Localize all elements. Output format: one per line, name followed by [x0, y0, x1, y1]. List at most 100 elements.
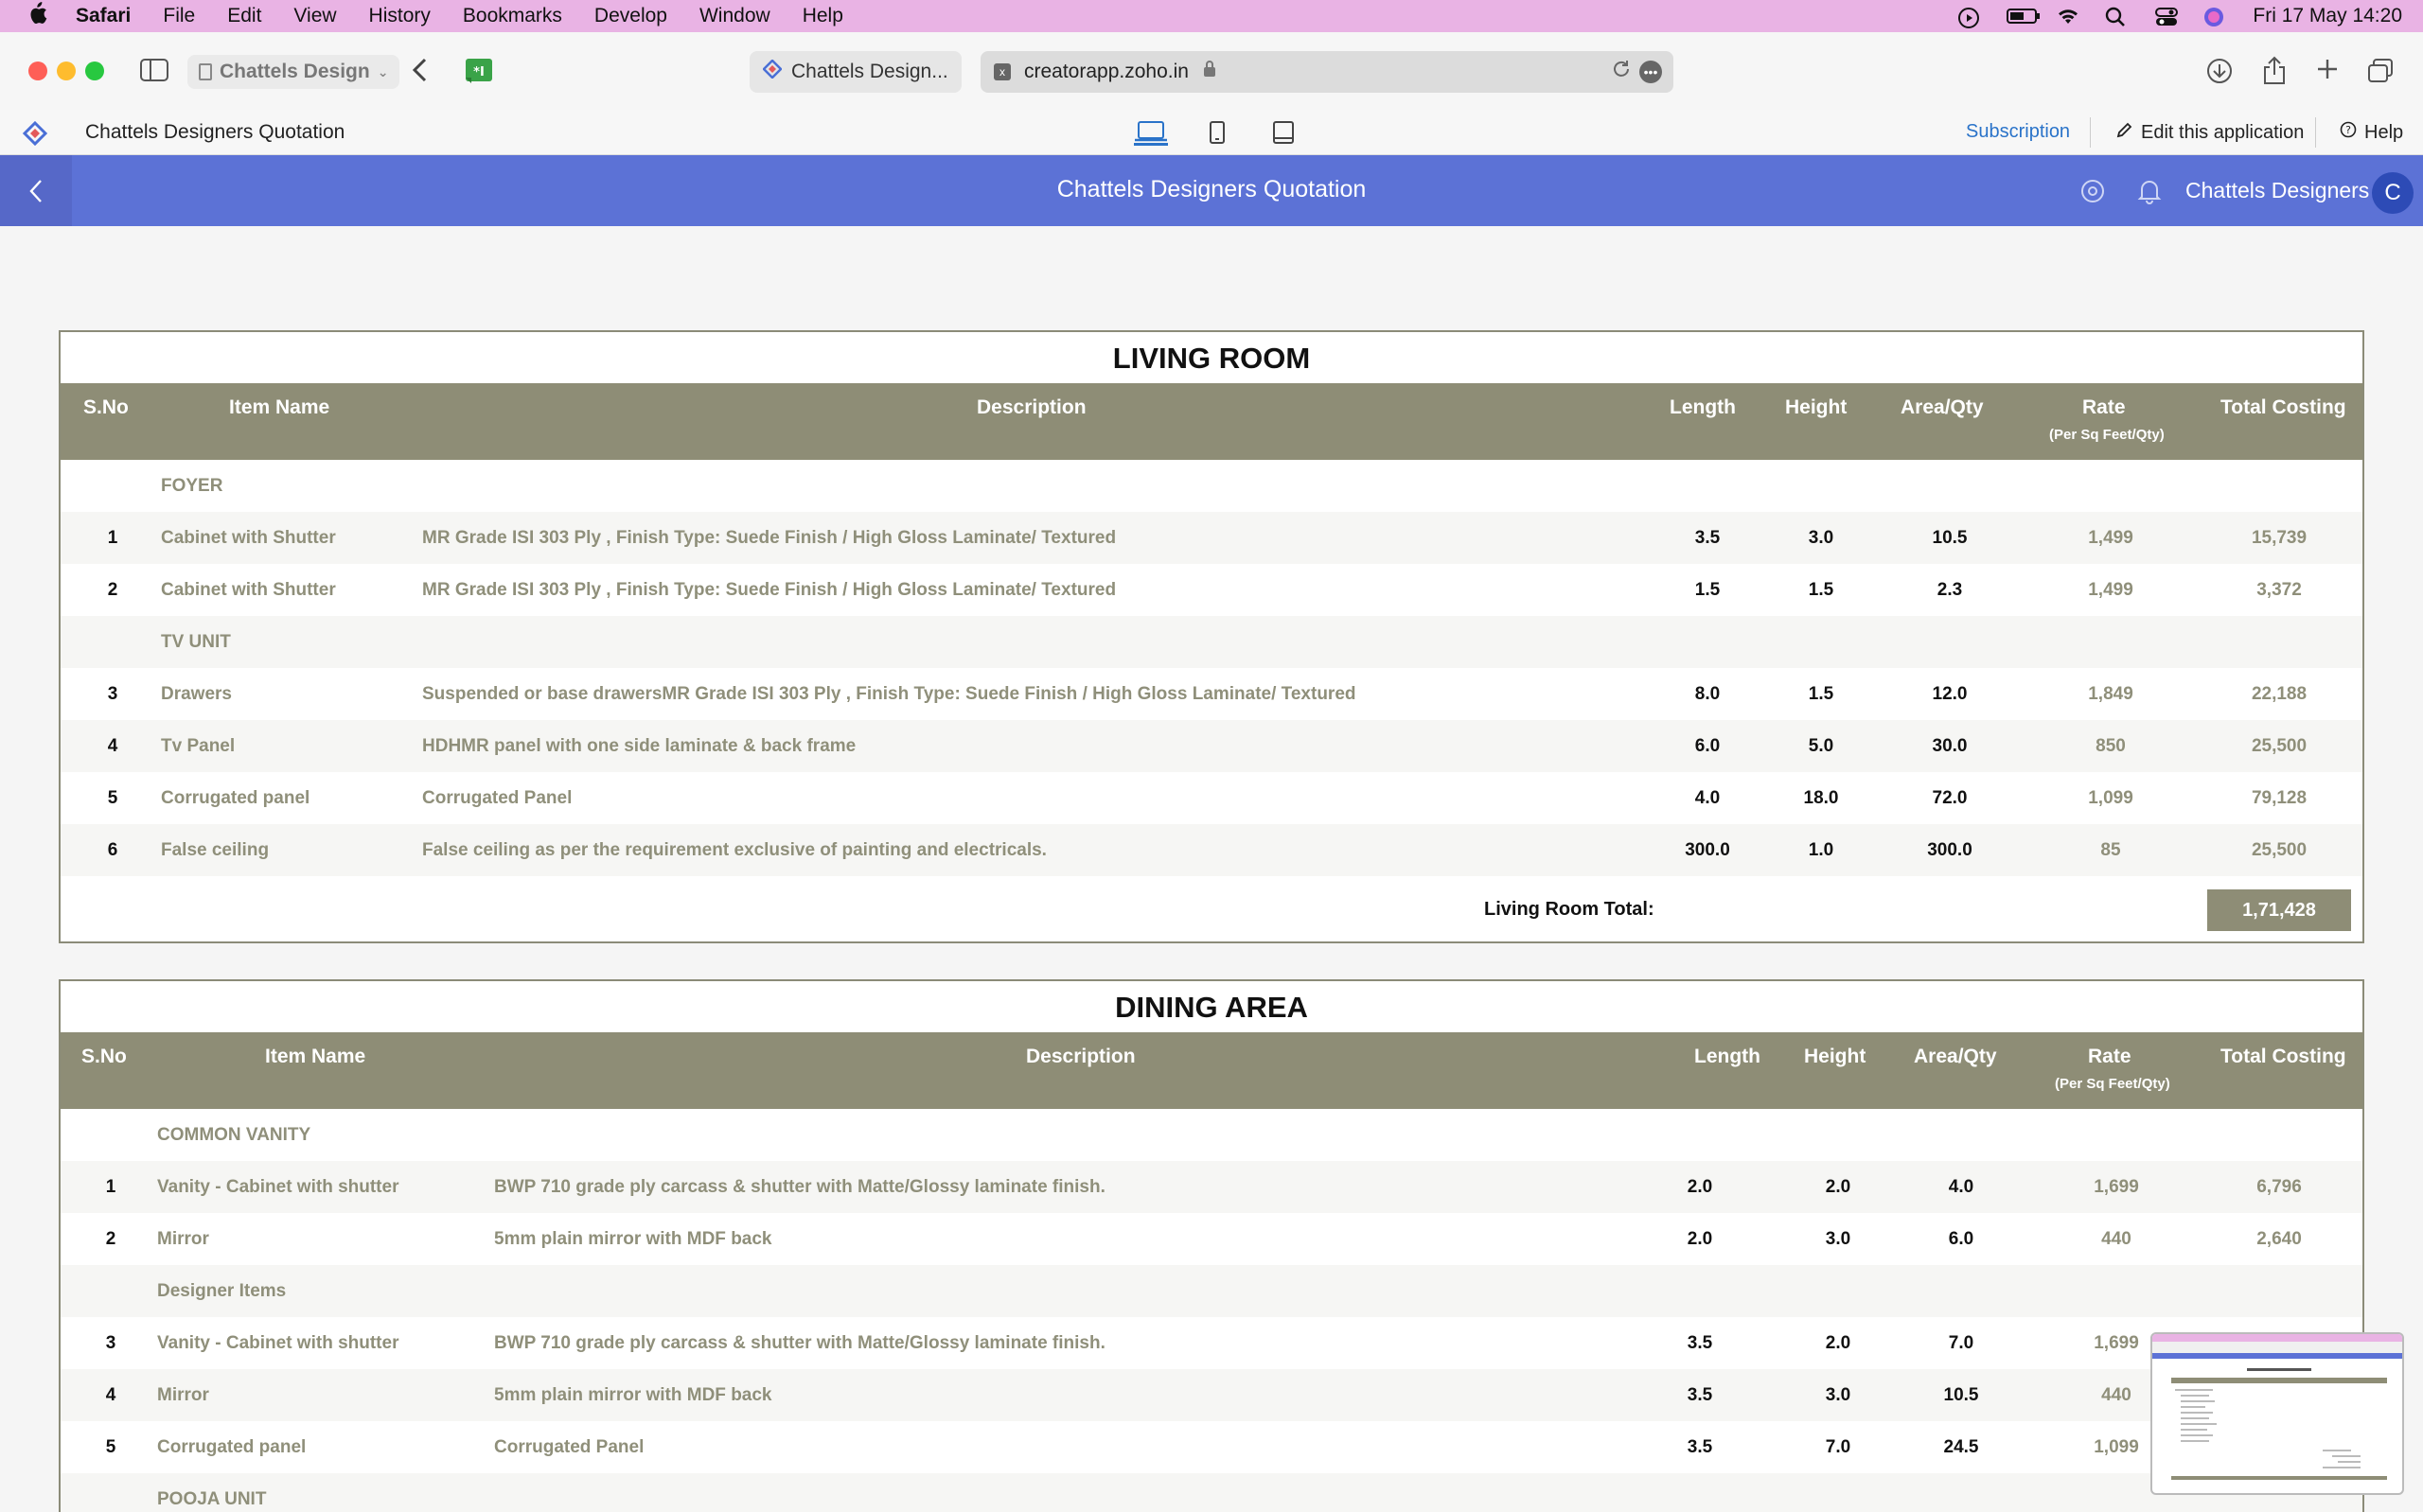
back-arrow-icon[interactable]	[411, 57, 430, 83]
downloads-icon[interactable]	[2205, 57, 2234, 85]
siri-icon[interactable]	[2203, 7, 2228, 26]
cell-item: Tv Panel	[161, 736, 236, 756]
table-row: 5 Corrugated panel Corrugated Panel 3.5 …	[61, 1421, 2362, 1473]
col-sno: S.No	[83, 396, 129, 418]
new-tab-icon[interactable]	[2315, 57, 2340, 81]
play-icon[interactable]	[1957, 7, 1982, 28]
total-value: 1,71,428	[2207, 889, 2351, 931]
support-icon[interactable]	[2079, 178, 2106, 209]
cell-height: 1.0	[1808, 840, 1834, 860]
menu-safari[interactable]: Safari	[76, 5, 131, 27]
close-window-button[interactable]	[28, 62, 47, 80]
battery-icon[interactable]	[2007, 7, 2041, 26]
group-label: TV UNIT	[161, 632, 231, 652]
cell-desc: 5mm plain mirror with MDF back	[494, 1229, 772, 1249]
menubar-datetime[interactable]: Fri 17 May 14:20	[2253, 5, 2402, 27]
cell-height: 3.0	[1808, 528, 1834, 548]
cell-item: False ceiling	[161, 840, 270, 860]
col-rate-unit: (Per Sq Feet/Qty)	[2049, 427, 2165, 443]
minimize-window-button[interactable]	[57, 62, 76, 80]
cell-rate: 440	[2101, 1229, 2131, 1249]
cell-length: 2.0	[1687, 1177, 1713, 1197]
cell-area: 10.5	[1932, 528, 1968, 548]
cell-area: 24.5	[1943, 1437, 1979, 1457]
col-description: Description	[1026, 1046, 1136, 1067]
url-text: creatorapp.zoho.in	[1024, 61, 1189, 82]
cell-total: 25,500	[2251, 840, 2308, 860]
mobile-view-icon[interactable]	[1200, 119, 1234, 146]
search-icon[interactable]	[2105, 7, 2130, 26]
cell-length: 1.5	[1694, 580, 1721, 600]
cell-rate: 1,499	[2088, 580, 2133, 600]
cell-length: 3.5	[1687, 1385, 1713, 1405]
menu-help[interactable]: Help	[803, 5, 843, 27]
sidebar-toggle-icon[interactable]	[140, 58, 168, 82]
control-center-icon[interactable]	[2154, 7, 2179, 26]
col-sno: S.No	[81, 1046, 127, 1067]
thumbnail-preview-image	[2152, 1334, 2402, 1480]
col-height: Height	[1804, 1046, 1866, 1067]
reload-icon[interactable]	[1611, 59, 1632, 85]
cell-height: 3.0	[1825, 1229, 1851, 1249]
subscription-link[interactable]: Subscription	[1966, 121, 2070, 143]
tablet-view-icon[interactable]	[1266, 119, 1300, 146]
edit-application-button[interactable]: Edit this application	[2116, 121, 2304, 144]
cell-total: 15,739	[2251, 528, 2308, 548]
tab-overview-icon[interactable]	[2366, 57, 2395, 85]
laptop-view-icon[interactable]	[1134, 119, 1168, 146]
notification-bell-icon[interactable]	[2137, 178, 2162, 209]
table-row: 6 False ceiling False ceiling as per the…	[61, 824, 2362, 876]
zoom-window-button[interactable]	[85, 62, 104, 80]
user-name[interactable]: Chattels Designers	[2185, 178, 2369, 203]
col-rate-unit: (Per Sq Feet/Qty)	[2055, 1076, 2170, 1092]
tab-group-selector[interactable]: Chattels Design ⌄	[187, 55, 400, 89]
device-preview-switcher	[1134, 119, 1300, 146]
macos-menu-bar: Safari File Edit View History Bookmarks …	[0, 0, 2423, 32]
edit-application-label: Edit this application	[2141, 121, 2305, 143]
menu-view[interactable]: View	[293, 5, 336, 27]
help-label: Help	[2364, 121, 2404, 143]
menu-edit[interactable]: Edit	[227, 5, 261, 27]
menu-file[interactable]: File	[163, 5, 195, 27]
apple-menu-icon[interactable]	[27, 2, 49, 30]
avatar[interactable]: C	[2372, 172, 2414, 214]
cell-item: Mirror	[157, 1385, 209, 1405]
divider	[2315, 117, 2316, 148]
menu-bookmarks[interactable]: Bookmarks	[463, 5, 562, 27]
zoho-creator-logo-icon[interactable]	[22, 120, 48, 150]
table-row: 4 Mirror 5mm plain mirror with MDF back …	[61, 1369, 2362, 1421]
cell-length: 4.0	[1694, 788, 1721, 808]
site-favicon-icon: x	[994, 63, 1011, 80]
address-bar[interactable]: x creatorapp.zoho.in •••	[981, 51, 1673, 93]
help-button[interactable]: ? Help	[2340, 121, 2403, 144]
cell-sno: 2	[105, 1229, 116, 1249]
col-total-costing: Total Costing	[2220, 1046, 2346, 1067]
share-icon[interactable]	[2262, 55, 2287, 85]
menu-window[interactable]: Window	[699, 5, 770, 27]
cell-item: Drawers	[161, 684, 232, 704]
cell-sno: 3	[105, 1333, 116, 1353]
cell-item: Vanity - Cabinet with shutter	[157, 1333, 399, 1353]
browser-toolbar: Chattels Design ⌄ *I Chattels Design... …	[0, 32, 2423, 110]
cell-length: 300.0	[1685, 840, 1730, 860]
cell-height: 7.0	[1825, 1437, 1851, 1457]
table-row: 3 Drawers Suspended or base drawersMR Gr…	[61, 668, 2362, 720]
group-row: TV UNIT	[61, 616, 2362, 668]
cell-rate: 1,699	[2094, 1177, 2139, 1197]
more-options-icon[interactable]: •••	[1639, 61, 1662, 83]
cell-height: 1.5	[1808, 580, 1834, 600]
screenshot-thumbnail[interactable]	[2150, 1332, 2404, 1495]
cell-sno: 5	[105, 1437, 116, 1457]
table-row: 4 Tv Panel HDHMR panel with one side lam…	[61, 720, 2362, 772]
cell-item: Vanity - Cabinet with shutter	[157, 1177, 399, 1197]
cell-total: 22,188	[2251, 684, 2308, 704]
svg-text:*I: *I	[473, 65, 485, 79]
extension-icon[interactable]: *I	[464, 57, 494, 85]
menu-history[interactable]: History	[369, 5, 431, 27]
wifi-icon[interactable]	[2056, 7, 2080, 26]
table-header: S.No Item Name Description Length Height…	[61, 383, 2362, 460]
menu-develop[interactable]: Develop	[594, 5, 667, 27]
tab-group-icon	[199, 63, 212, 80]
browser-tab[interactable]: Chattels Design...	[750, 51, 962, 93]
cell-total: 3,372	[2256, 580, 2302, 600]
